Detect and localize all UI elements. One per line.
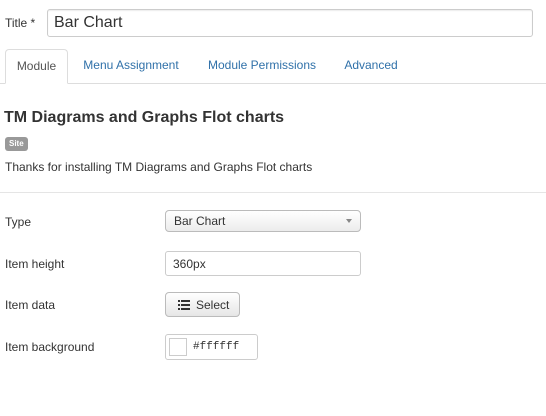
- title-label: Title *: [5, 16, 36, 30]
- type-label: Type: [5, 215, 32, 229]
- color-swatch[interactable]: [169, 338, 187, 356]
- title-row: Title *: [5, 9, 535, 39]
- site-badge: Site: [5, 137, 28, 151]
- section-divider: [0, 192, 546, 193]
- item-background-label: Item background: [5, 340, 95, 354]
- module-edit-page: Title * Module Menu Assignment Module Pe…: [0, 0, 546, 416]
- color-value: #ffffff: [193, 341, 240, 353]
- chevron-down-icon: [346, 219, 352, 223]
- item-background-color-field[interactable]: #ffffff: [165, 334, 258, 360]
- tab-advanced[interactable]: Advanced: [335, 49, 407, 83]
- tab-menu-assignment[interactable]: Menu Assignment: [72, 49, 190, 83]
- item-height-label: Item height: [5, 257, 65, 271]
- tab-module-permissions[interactable]: Module Permissions: [196, 49, 328, 83]
- item-height-input[interactable]: [165, 251, 361, 276]
- item-data-label: Item data: [5, 298, 56, 312]
- list-icon: [178, 300, 190, 310]
- item-data-select-button[interactable]: Select: [165, 292, 240, 317]
- module-description: Thanks for installing TM Diagrams and Gr…: [5, 160, 313, 174]
- type-select-value: Bar Chart: [174, 214, 226, 228]
- select-button-label: Select: [196, 298, 230, 312]
- module-heading: TM Diagrams and Graphs Flot charts: [4, 109, 285, 126]
- tab-bar: Module Menu Assignment Module Permission…: [0, 49, 546, 84]
- title-input[interactable]: [47, 9, 533, 37]
- tab-module[interactable]: Module: [5, 49, 68, 84]
- type-select[interactable]: Bar Chart: [165, 210, 361, 232]
